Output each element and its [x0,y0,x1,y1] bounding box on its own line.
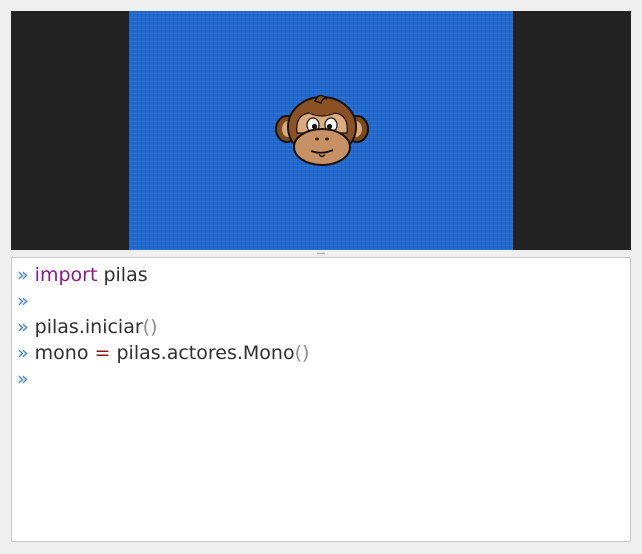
python-console[interactable]: » import pilas » » pilas.iniciar() » mon… [11,257,631,542]
keyword-import: import [34,264,98,286]
splitter-handle[interactable] [0,250,642,257]
assign-operator: = [94,342,111,364]
module-name: pilas [103,264,148,286]
console-line: » pilas.iniciar() [17,314,157,340]
prompt-icon: » [17,316,29,338]
prompt-icon: » [17,264,29,286]
game-stage[interactable] [129,11,513,250]
console-line: » import pilas [17,262,148,288]
variable-name: mono [34,342,89,364]
prompt-icon: » [17,290,29,312]
grip-icon [317,252,325,255]
prompt-icon: » [17,342,29,364]
pilas-canvas[interactable] [11,11,631,250]
call-parens: () [142,316,158,338]
call-expression: pilas.iniciar [34,316,143,338]
console-line: » [17,288,29,314]
console-line: » mono = pilas.actores.Mono() [17,340,309,366]
monkey-actor[interactable] [275,93,369,169]
call-expression: pilas.actores.Mono [116,342,295,364]
console-input-line[interactable]: » [17,366,29,392]
call-parens: () [294,342,310,364]
prompt-icon: » [17,368,29,390]
